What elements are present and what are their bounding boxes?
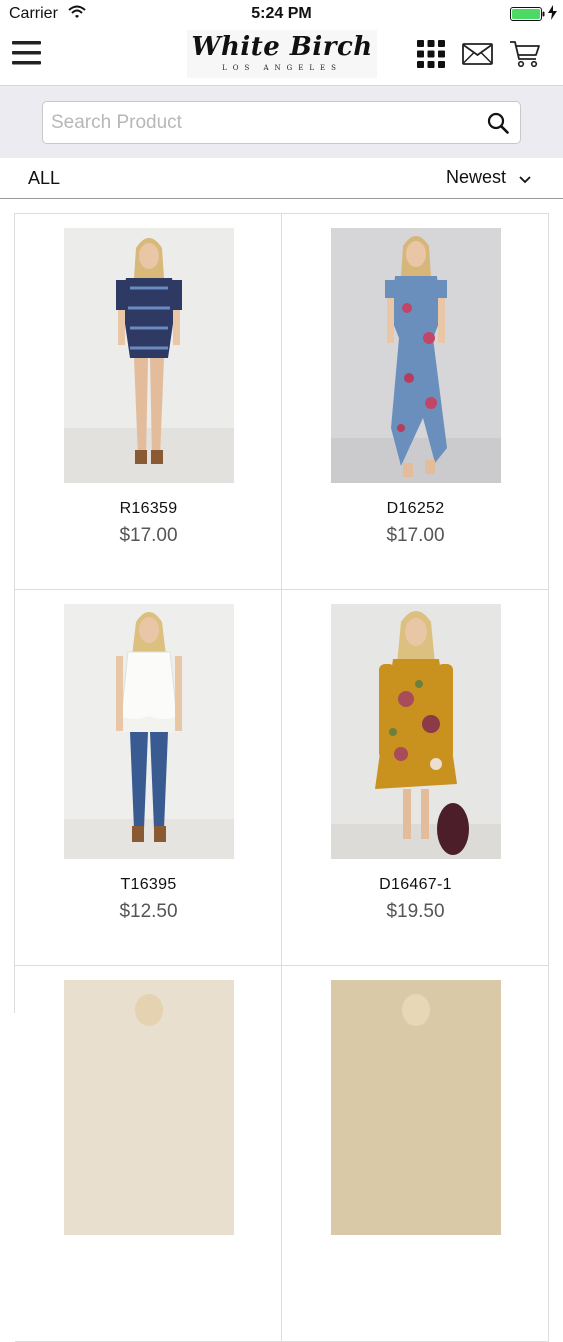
search-area: [0, 86, 563, 158]
product-sku: T16395: [120, 876, 177, 893]
product-card[interactable]: T16395 $12.50: [15, 590, 282, 966]
battery-icon: [510, 7, 546, 26]
grid-icon[interactable]: [417, 40, 445, 73]
app-header: White Birch LOS ANGELES: [0, 28, 563, 86]
sort-dropdown[interactable]: Newest: [446, 166, 531, 189]
search-box: [42, 101, 521, 144]
brand-logo[interactable]: White Birch LOS ANGELES: [187, 30, 377, 78]
product-price: $17.00: [119, 525, 178, 546]
product-card[interactable]: R16359 $17.00: [15, 214, 282, 590]
product-card[interactable]: D16252 $17.00: [282, 214, 549, 590]
product-card[interactable]: D16467-1 $19.50: [282, 590, 549, 966]
status-bar: Carrier 5:24 PM: [0, 0, 563, 28]
product-sku: D16252: [386, 500, 445, 517]
product-price: $19.50: [386, 901, 445, 922]
product-image: [64, 228, 234, 483]
mail-icon[interactable]: [462, 42, 493, 71]
search-input[interactable]: [51, 102, 471, 143]
clock: 5:24 PM: [251, 5, 312, 22]
product-card[interactable]: [282, 966, 549, 1342]
product-sku: D16467-1: [379, 876, 452, 893]
cart-icon[interactable]: [509, 38, 541, 75]
search-icon[interactable]: [487, 112, 509, 139]
product-grid: R16359 $17.00 D16252 $17.00 T16395 $12.5…: [14, 213, 549, 1342]
product-image: [331, 980, 501, 1235]
product-price: $17.00: [386, 525, 445, 546]
product-image: [64, 604, 234, 859]
chevron-down-icon: [519, 168, 531, 189]
product-sku: R16359: [119, 500, 178, 517]
product-price: $12.50: [119, 901, 178, 922]
sort-label: Newest: [446, 167, 507, 187]
logo-subtitle: LOS ANGELES: [222, 64, 342, 72]
charging-bolt-icon: [548, 5, 557, 25]
menu-icon[interactable]: [12, 39, 44, 69]
product-image: [331, 604, 501, 859]
filter-bar: ALL Newest: [0, 158, 563, 199]
product-card[interactable]: [15, 966, 282, 1342]
product-image: [331, 228, 501, 483]
product-image: [64, 980, 234, 1235]
logo-title: White Birch: [191, 32, 373, 62]
category-filter[interactable]: ALL: [28, 168, 60, 189]
